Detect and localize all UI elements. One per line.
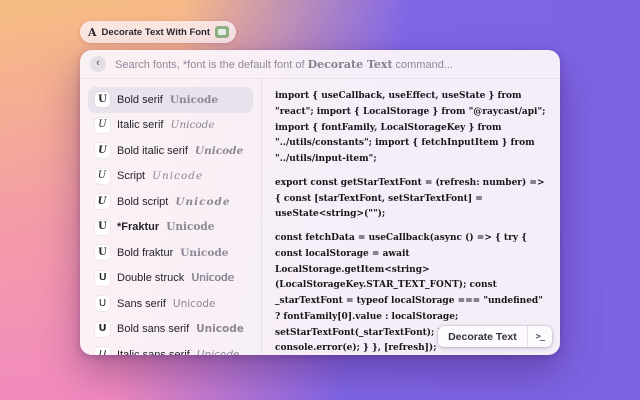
font-label: Bold italic serif (117, 145, 188, 157)
font-letter-icon: U (95, 169, 110, 184)
command-badge-icon (215, 26, 229, 38)
code-paragraph: import { useCallback, useEffect, useStat… (275, 89, 547, 168)
unicode-tag: Unicode (195, 145, 243, 157)
font-label: Bold serif (117, 94, 163, 106)
font-list-item[interactable]: U Sans serif Unicode (88, 291, 253, 317)
unicode-tag: Unicode (197, 349, 240, 355)
back-button[interactable]: ‹ (90, 56, 106, 72)
font-letter-icon: U (95, 322, 110, 337)
font-letter-icon: U (95, 220, 110, 235)
font-label: Bold sans serif (117, 323, 189, 335)
font-letter-icon: U (95, 143, 110, 158)
unicode-tag: Unicode (173, 298, 216, 310)
unicode-tag: Unicode (170, 119, 214, 131)
terminal-icon[interactable]: >_ (528, 332, 552, 342)
font-letter-icon: U (95, 245, 110, 260)
unicode-tag: Unicode (152, 170, 203, 182)
font-label: Bold script (117, 196, 168, 208)
unicode-tag: Unicode (170, 94, 218, 106)
code-paragraph: export const getStarTextFont = (refresh:… (275, 176, 547, 223)
font-letter-icon: U (95, 92, 110, 107)
back-chevron-icon: ‹ (96, 58, 100, 69)
font-label: Italic serif (117, 119, 163, 131)
font-list-item[interactable]: U Bold sans serif Unicode (88, 317, 253, 343)
command-pill[interactable]: A Decorate Text With Font (80, 21, 236, 43)
font-list-item[interactable]: U *Fraktur Unicode (88, 215, 253, 241)
unicode-tag: Unicode (191, 272, 234, 284)
search-bar: ‹ Search fonts, *font is the default fon… (80, 50, 560, 79)
desktop-background: { "app": { "pill": { "icon_letter": "A",… (0, 0, 640, 400)
unicode-tag: Unicode (166, 221, 214, 234)
font-label: Double struck (117, 272, 184, 284)
search-input[interactable]: Search fonts, *font is the default font … (115, 58, 453, 71)
font-letter-icon: U (95, 296, 110, 311)
unicode-tag: Unicode (175, 196, 230, 208)
font-label: Script (117, 170, 145, 182)
font-letter-icon: U (95, 194, 110, 209)
font-label: Italic sans serif (117, 349, 190, 355)
font-letter-icon: U (95, 118, 110, 133)
font-label: Bold fraktur (117, 247, 173, 259)
detail-panel: import { useCallback, useEffect, useStat… (262, 79, 560, 355)
action-button[interactable]: Decorate Text >_ (438, 326, 552, 347)
unicode-tag: Unicode (196, 323, 244, 335)
font-label: *Fraktur (117, 221, 159, 233)
font-letter-icon: U (95, 271, 110, 286)
font-letter-icon: U (95, 347, 110, 355)
font-list-item[interactable]: U Double struck Unicode (88, 266, 253, 292)
command-title: Decorate Text With Font (102, 27, 210, 38)
font-list: U Bold serif Unicode U Italic serif Unic… (80, 79, 262, 355)
font-label: Sans serif (117, 298, 166, 310)
font-list-item[interactable]: U Bold serif Unicode (88, 87, 253, 113)
action-button-label: Decorate Text (438, 331, 527, 343)
font-list-item[interactable]: U Bold script Unicode (88, 189, 253, 215)
launcher-window: ‹ Search fonts, *font is the default fon… (80, 50, 560, 355)
window-content: U Bold serif Unicode U Italic serif Unic… (80, 79, 560, 355)
search-placeholder-prefix: Search fonts, *font is the default font … (115, 59, 305, 71)
font-list-item[interactable]: U Bold italic serif Unicode (88, 138, 253, 164)
unicode-tag: Unicode (180, 247, 228, 259)
font-list-item[interactable]: U Italic serif Unicode (88, 113, 253, 139)
search-placeholder-suffix: command... (396, 59, 453, 71)
font-list-item[interactable]: U Bold fraktur Unicode (88, 240, 253, 266)
font-list-item[interactable]: U Italic sans serif Unicode (88, 342, 253, 355)
search-placeholder-command: Decorate Text (308, 58, 393, 71)
font-list-item[interactable]: U Script Unicode (88, 164, 253, 190)
extension-icon: A (88, 27, 97, 38)
